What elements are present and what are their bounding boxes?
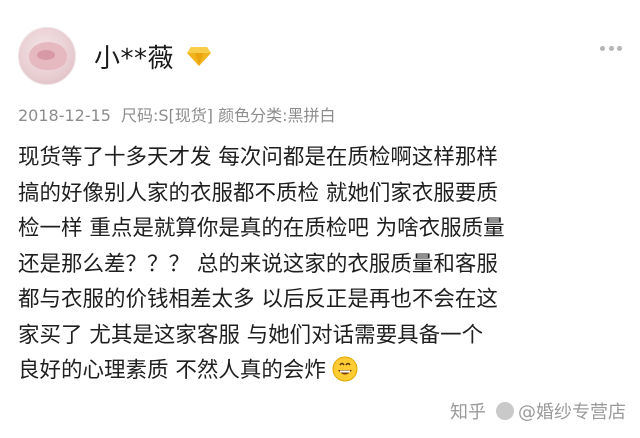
review-meta: 2018-12-15 尺码:S[现货] 颜色分类:黑拼白 bbox=[18, 102, 336, 126]
review-line-last: 良好的心理素质 不然人真的会炸 bbox=[18, 353, 628, 389]
watermark-author: @婚纱专营店 bbox=[518, 402, 626, 423]
review-date: 2018-12-15 bbox=[18, 106, 111, 125]
review-line: 都与衣服的价钱相差太多 以后反正是再也不会在这 bbox=[18, 287, 498, 312]
review-line: 检一样 重点是就算你是真的在质检吧 为啥衣服质量 bbox=[18, 216, 505, 241]
author-logo-icon bbox=[496, 402, 514, 420]
review-line: 良好的心理素质 不然人真的会炸 bbox=[18, 358, 326, 383]
review-size: 尺码:S[现货] bbox=[120, 106, 214, 125]
grinning-face-icon bbox=[332, 356, 358, 382]
watermark: 知乎 @婚纱专营店 bbox=[450, 398, 626, 424]
avatar[interactable] bbox=[18, 27, 76, 85]
review-body: 现货等了十多天才发 每次问都是在质检啊这样那样 搞的好像别人家的衣服都不质检 就… bbox=[18, 140, 628, 389]
more-options-icon[interactable] bbox=[600, 46, 622, 52]
review-line: 现货等了十多天才发 每次问都是在质检啊这样那样 bbox=[18, 145, 498, 170]
review-header: 小**薇 bbox=[18, 24, 212, 88]
review-line: 家买了 尤其是这家客服 与她们对话需要具备一个 bbox=[18, 322, 484, 348]
diamond-vip-icon bbox=[187, 47, 212, 66]
review-line: 搞的好像别人家的衣服都不质检 就她们家衣服要质 bbox=[18, 180, 498, 206]
username[interactable]: 小**薇 bbox=[94, 38, 174, 75]
avatar-image-detail bbox=[37, 50, 55, 60]
review-color: 颜色分类:黑拼白 bbox=[218, 106, 336, 125]
review-line: 还是那么差？？？ 总的来说这家的衣服质量和客服 bbox=[18, 251, 498, 277]
watermark-site: 知乎 bbox=[450, 402, 486, 423]
